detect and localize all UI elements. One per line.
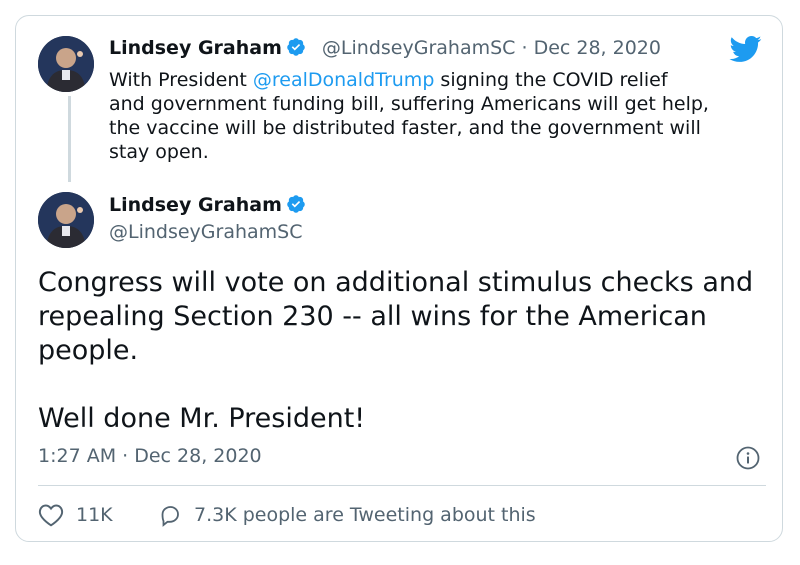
twitter-bird-icon[interactable] (728, 35, 762, 67)
tweeting-count: 7.3K people are Tweeting about this (194, 504, 536, 526)
mention-link[interactable]: @realDonaldTrump (253, 69, 435, 91)
heart-icon (38, 504, 64, 527)
embedded-tweet-card[interactable]: Lindsey Graham @LindseyGrahamSC · Dec 28… (15, 15, 783, 542)
like-count: 11K (76, 504, 113, 526)
avatar-photo (38, 192, 94, 248)
verified-badge-icon (286, 37, 306, 62)
reply-separator: · (521, 37, 528, 59)
like-action[interactable]: 11K (38, 503, 113, 527)
reply-date-link[interactable]: Dec 28, 2020 (534, 37, 661, 59)
main-tweet-text: Congress will vote on additional stimulu… (38, 267, 754, 434)
avatar-photo (38, 36, 94, 92)
reply-action[interactable]: 7.3K people are Tweeting about this (158, 503, 536, 527)
main-author-avatar[interactable] (38, 192, 94, 248)
thread-connector-line (68, 96, 71, 182)
main-author-name-row: Lindsey Graham (109, 194, 306, 219)
info-icon[interactable] (736, 446, 760, 474)
speech-bubble-icon (161, 506, 179, 527)
reply-author-handle[interactable]: @LindseyGrahamSC (322, 37, 516, 59)
reply-header: Lindsey Graham @LindseyGrahamSC · Dec 28… (109, 37, 661, 62)
tweet-timestamp-link[interactable]: 1:27 AM · Dec 28, 2020 (38, 445, 262, 467)
actions-divider (38, 485, 766, 486)
reply-author-name[interactable]: Lindsey Graham (109, 37, 282, 59)
main-author-name[interactable]: Lindsey Graham (109, 194, 282, 216)
main-author-handle[interactable]: @LindseyGrahamSC (109, 221, 303, 243)
reply-text-start: With President (109, 69, 253, 91)
verified-badge-icon (286, 194, 306, 219)
reply-author-avatar[interactable] (38, 36, 94, 92)
reply-tweet-text: With President @realDonaldTrump signing … (109, 68, 709, 164)
